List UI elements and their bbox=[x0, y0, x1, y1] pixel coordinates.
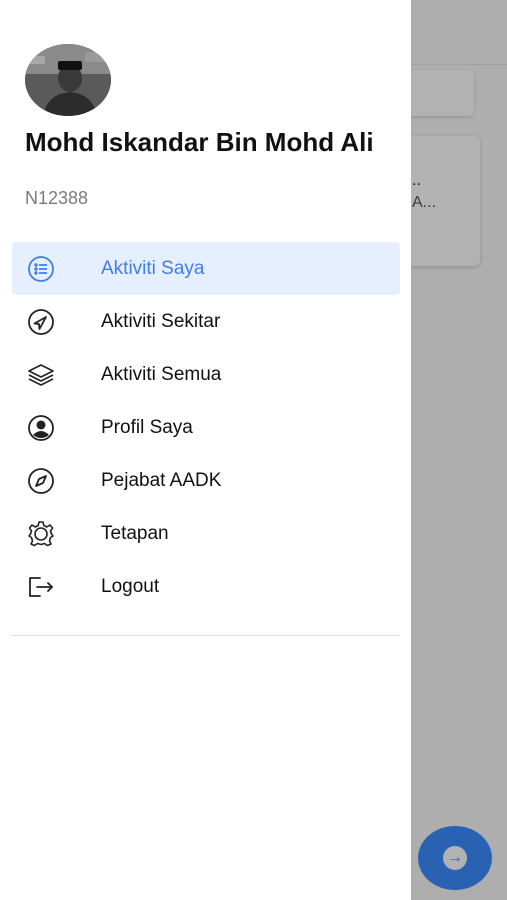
user-name: Mohd Iskandar Bin Mohd Ali bbox=[25, 127, 374, 157]
user-id: N12388 bbox=[25, 188, 89, 208]
list-icon bbox=[26, 254, 56, 284]
gear-icon bbox=[26, 519, 56, 549]
navigation-icon bbox=[26, 307, 56, 337]
layers-icon bbox=[26, 360, 56, 390]
menu-label: Logout bbox=[101, 575, 160, 597]
drawer-menu: Aktiviti Saya Aktiviti Sekitar Aktiviti bbox=[12, 242, 400, 613]
menu-item-aktiviti-sekitar[interactable]: Aktiviti Sekitar bbox=[12, 295, 400, 348]
navigation-drawer: Mohd Iskandar Bin Mohd Ali N12388 Aktivi… bbox=[0, 0, 411, 900]
menu-item-tetapan[interactable]: Tetapan bbox=[12, 507, 400, 560]
menu-divider bbox=[12, 635, 400, 636]
menu-label: Profil Saya bbox=[101, 416, 193, 438]
avatar[interactable] bbox=[25, 44, 111, 116]
logout-icon bbox=[26, 572, 56, 602]
menu-label: Aktiviti Semua bbox=[101, 363, 222, 385]
menu-item-profil-saya[interactable]: Profil Saya bbox=[12, 401, 400, 454]
menu-label: Tetapan bbox=[101, 522, 169, 544]
user-circle-icon bbox=[26, 413, 56, 443]
menu-label: Aktiviti Saya bbox=[101, 257, 205, 279]
menu-item-aktiviti-saya[interactable]: Aktiviti Saya bbox=[12, 242, 400, 295]
menu-item-pejabat-aadk[interactable]: Pejabat AADK bbox=[12, 454, 400, 507]
menu-label: Aktiviti Sekitar bbox=[101, 310, 221, 332]
menu-item-logout[interactable]: Logout bbox=[12, 560, 400, 613]
compass-icon bbox=[26, 466, 56, 496]
profile-photo bbox=[25, 44, 111, 116]
menu-item-aktiviti-semua[interactable]: Aktiviti Semua bbox=[12, 348, 400, 401]
menu-label: Pejabat AADK bbox=[101, 469, 222, 491]
